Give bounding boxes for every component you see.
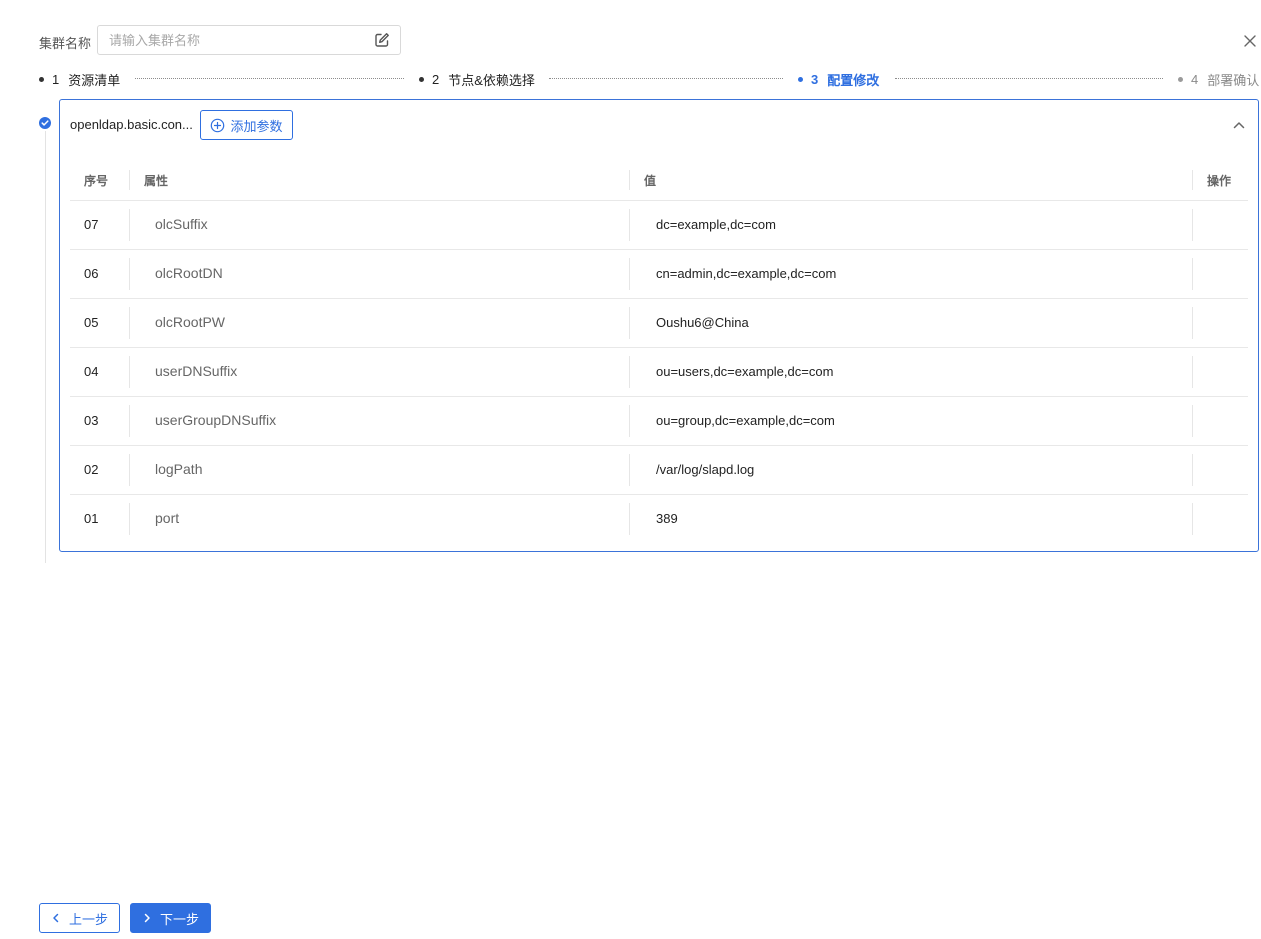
- config-file-title: openldap.basic.con...: [70, 117, 193, 132]
- column-divider: [129, 454, 130, 486]
- step-dot-icon: [798, 76, 803, 82]
- row-attribute: userGroupDNSuffix: [155, 412, 277, 428]
- step-label: 资源清单: [68, 72, 121, 88]
- step-label: 节点&依赖选择: [448, 72, 535, 88]
- row-value[interactable]: cn=admin,dc=example,dc=com: [656, 266, 836, 281]
- table-row: 01 port 389: [70, 495, 1248, 543]
- cluster-name-label: 集群名称: [39, 36, 92, 51]
- step-deploy-confirm[interactable]: 4 部署确认: [1178, 70, 1259, 88]
- step-node-dependency[interactable]: 2 节点&依赖选择: [419, 70, 535, 88]
- column-divider: [1192, 307, 1193, 339]
- column-divider: [1192, 405, 1193, 437]
- column-divider: [1192, 258, 1193, 290]
- step-connector: [549, 78, 783, 79]
- table-row: 02 logPath/var/log/slapd.log: [70, 446, 1248, 495]
- timeline-line: [45, 131, 46, 563]
- row-seq: 06: [84, 266, 99, 281]
- column-divider: [629, 503, 630, 535]
- previous-step-label: 上一步: [68, 911, 108, 927]
- column-divider: [129, 209, 130, 241]
- edit-icon[interactable]: [374, 32, 390, 48]
- plus-circle-icon: [211, 118, 225, 132]
- header-ops: 操作: [1207, 174, 1232, 188]
- column-divider: [1192, 209, 1193, 241]
- column-divider: [1192, 170, 1193, 190]
- step-dot-icon: [1178, 76, 1183, 82]
- row-attribute: olcSuffix: [155, 216, 208, 232]
- check-circle-icon: [39, 117, 51, 129]
- column-divider: [129, 356, 130, 388]
- column-divider: [129, 258, 130, 290]
- step-connector: [895, 78, 1163, 79]
- row-seq: 02: [84, 462, 99, 477]
- column-divider: [129, 405, 130, 437]
- column-divider: [629, 356, 630, 388]
- header-value: 值: [644, 174, 657, 188]
- header-attr: 属性: [144, 174, 169, 188]
- step-dot-icon: [419, 76, 424, 82]
- config-table: 序号 属性 值 操作 07 olcSuffix dc=example,dc=com 0…: [70, 160, 1248, 543]
- cluster-name-field[interactable]: [97, 25, 401, 55]
- column-divider: [1192, 454, 1193, 486]
- cluster-name-input[interactable]: [98, 26, 369, 54]
- step-config-modify[interactable]: 3 配置修改: [798, 70, 879, 88]
- column-divider: [629, 258, 630, 290]
- column-divider: [629, 170, 630, 190]
- config-panel: openldap.basic.con... 添加参数 序号 属性 值 操作 07…: [59, 99, 1259, 552]
- column-divider: [129, 503, 130, 535]
- row-attribute: userDNSuffix: [155, 363, 238, 379]
- row-value[interactable]: ou=group,dc=example,dc=com: [656, 413, 835, 428]
- column-divider: [629, 405, 630, 437]
- row-seq: 04: [84, 364, 99, 379]
- row-value[interactable]: dc=example,dc=com: [656, 217, 776, 232]
- table-row: 07 olcSuffix dc=example,dc=com: [70, 201, 1248, 250]
- step-connector: [135, 78, 404, 79]
- row-attribute: logPath: [155, 461, 203, 477]
- row-seq: 05: [84, 315, 99, 330]
- column-divider: [129, 170, 130, 190]
- chevron-left-icon: [53, 913, 59, 923]
- column-divider: [129, 307, 130, 339]
- step-dot-icon: [39, 76, 44, 82]
- step-number: 3: [811, 71, 819, 87]
- table-body: 07 olcSuffix dc=example,dc=com 06 olcRootDN c…: [70, 201, 1248, 543]
- step-label: 部署确认: [1207, 72, 1260, 88]
- column-divider: [629, 209, 630, 241]
- row-value[interactable]: ou=users,dc=example,dc=com: [656, 364, 833, 379]
- table-row: 04 userDNSuffix ou=users,dc=example,dc=com: [70, 348, 1248, 397]
- table-row: 03 userGroupDNSuffix ou=group,dc=example,d…: [70, 397, 1248, 446]
- row-value[interactable]: /var/log/slapd.log: [656, 462, 754, 477]
- row-seq: 03: [84, 413, 99, 428]
- column-divider: [1192, 356, 1193, 388]
- previous-step-button[interactable]: 上一步: [39, 903, 120, 933]
- column-divider: [629, 454, 630, 486]
- step-number: 2: [432, 71, 440, 87]
- row-seq: 07: [84, 217, 99, 232]
- row-attribute: olcRootDN: [155, 265, 223, 281]
- table-row: 05 olcRootPW Oushu6@China: [70, 299, 1248, 348]
- step-resource-list[interactable]: 1 资源清单: [39, 70, 120, 88]
- column-divider: [629, 307, 630, 339]
- row-attribute: olcRootPW: [155, 314, 226, 330]
- table-header: 序号 属性 值 操作: [70, 160, 1248, 201]
- row-attribute: port: [155, 510, 180, 526]
- row-value[interactable]: Oushu6@China: [656, 315, 749, 330]
- add-parameter-button[interactable]: 添加参数: [200, 110, 293, 140]
- close-icon[interactable]: [1242, 33, 1258, 49]
- chevron-up-icon[interactable]: [1232, 118, 1246, 132]
- step-label: 配置修改: [827, 72, 880, 88]
- row-value[interactable]: 389: [656, 511, 678, 526]
- column-divider: [1192, 503, 1193, 535]
- header-seq: 序号: [84, 174, 109, 188]
- table-row: 06 olcRootDN cn=admin,dc=example,dc=com: [70, 250, 1248, 299]
- step-number: 1: [52, 71, 60, 87]
- chevron-right-icon: [144, 913, 150, 923]
- row-seq: 01: [84, 511, 99, 526]
- next-step-button[interactable]: 下一步: [130, 903, 211, 933]
- next-step-label: 下一步: [159, 911, 199, 927]
- step-number: 4: [1191, 71, 1199, 87]
- add-parameter-label: 添加参数: [230, 118, 283, 134]
